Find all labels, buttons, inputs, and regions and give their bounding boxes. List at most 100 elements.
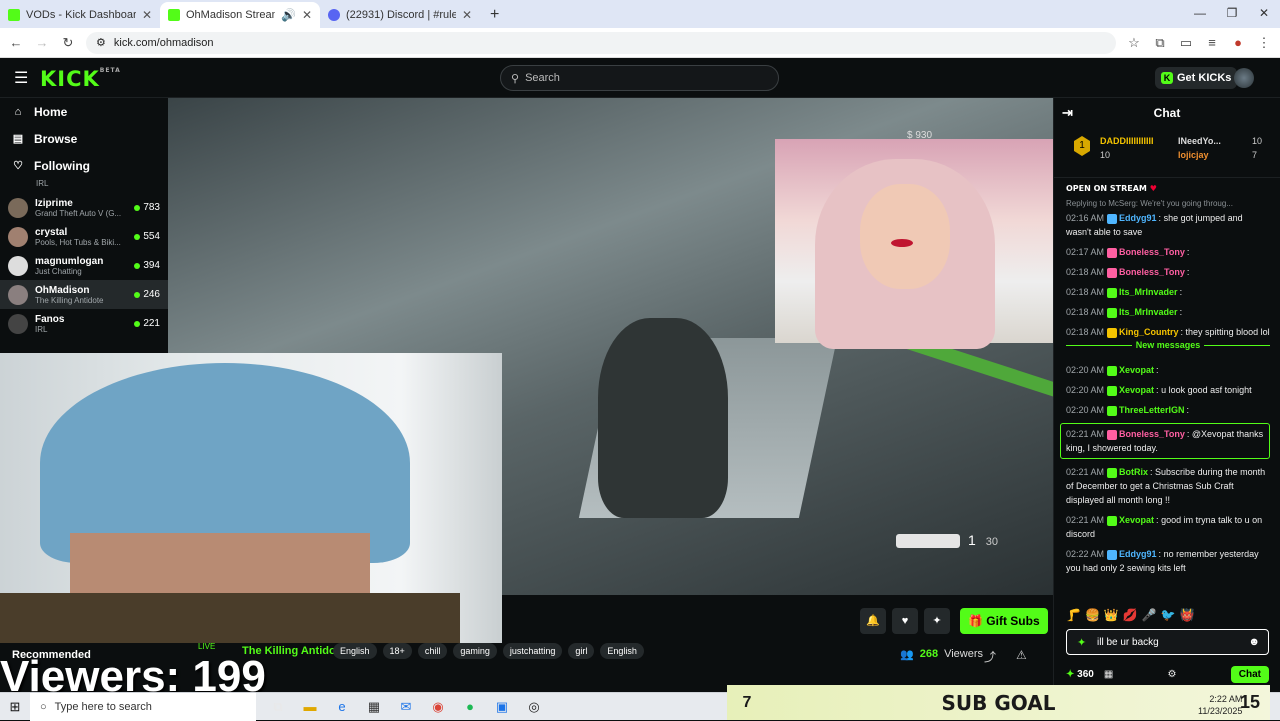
colon-separator: : [1179, 307, 1183, 317]
chat-messages: Replying to McSerg: We're't you going th… [1054, 193, 1280, 575]
taskbar-clock[interactable]: 2:22 AM 11/23/2025 [1198, 693, 1242, 717]
sidebar-item-home[interactable]: ⌂ Home [0, 98, 168, 125]
points-value: 360 [1077, 668, 1094, 680]
sidebar-item-following[interactable]: ♡ Following [0, 152, 168, 179]
chat-username[interactable]: BotRix [1119, 467, 1148, 477]
close-window-icon[interactable]: ✕ [1248, 0, 1280, 26]
stream-tag[interactable]: English [600, 643, 644, 659]
app-icon[interactable]: ▣ [492, 699, 512, 715]
channel-points[interactable]: ✦ 360 [1066, 669, 1094, 680]
chat-send-button[interactable]: Chat [1230, 665, 1269, 683]
mail-icon[interactable]: ✉ [396, 699, 416, 715]
new-tab-icon[interactable]: + [480, 2, 509, 28]
emote-icon[interactable]: 👑 [1104, 608, 1119, 622]
followed-channel-selected[interactable]: OhMadison The Killing Antidote 246 [0, 280, 168, 309]
emote-icon[interactable]: 🍔 [1085, 608, 1100, 622]
get-kicks-button[interactable]: K Get KICKs [1155, 67, 1238, 89]
stream-tag[interactable]: 18+ [382, 643, 412, 659]
chat-username[interactable]: Boneless_Tony [1119, 267, 1185, 277]
emote-icon[interactable]: 🦵 [1066, 608, 1081, 622]
media-icon[interactable]: ≡ [1204, 35, 1220, 50]
report-icon[interactable]: ⚠ [1016, 648, 1027, 662]
get-kicks-label: Get KICKs [1177, 72, 1232, 84]
speaker-icon[interactable]: 🔊 [281, 8, 296, 22]
file-explorer-icon[interactable]: ▬ [300, 699, 320, 715]
stream-tag[interactable]: chill [417, 643, 448, 659]
extensions-icon[interactable]: ⧉ [1152, 35, 1168, 51]
share-icon[interactable]: ⤴ [984, 648, 996, 665]
emote-icon[interactable]: 🐦 [1161, 608, 1176, 622]
task-view-icon[interactable]: ⧉ [268, 699, 288, 715]
stream-tag[interactable]: gaming [453, 643, 497, 659]
url-input[interactable]: ⚙ kick.com/ohmadison [86, 31, 1116, 54]
taskbar-search-input[interactable]: ○ Type here to search [30, 692, 256, 721]
chat-settings-icon[interactable]: ⚙ [1168, 669, 1177, 680]
browser-tab[interactable]: VODs - Kick Dashboard ✕ [0, 2, 160, 28]
video-scene-character [598, 318, 728, 518]
stream-tag[interactable]: English [333, 643, 377, 659]
profile-icon[interactable]: ● [1230, 35, 1246, 50]
chat-username[interactable]: Xevopat [1119, 385, 1154, 395]
spotify-icon[interactable]: ● [460, 699, 480, 715]
followed-channel[interactable]: magnumlogan Just Chatting 394 [0, 251, 168, 280]
chat-username[interactable]: Xevopat [1119, 365, 1154, 375]
chat-username[interactable]: ThreeLetterIGN [1119, 405, 1185, 415]
chat-username[interactable]: Its_MrInvader [1119, 287, 1178, 297]
hamburger-icon[interactable]: ☰ [14, 68, 28, 88]
notification-bell-icon[interactable]: 🔔 [860, 608, 886, 634]
collapse-chat-icon[interactable]: ⇥ [1062, 98, 1073, 128]
emote-icon[interactable]: 💋 [1123, 608, 1138, 622]
followed-channel[interactable]: Iziprime Grand Theft Auto V (G... 783 [0, 193, 168, 222]
forward-icon[interactable]: → [34, 35, 50, 50]
partial-channel-category: IRL [36, 179, 49, 188]
chrome-icon[interactable]: ◉ [428, 699, 448, 715]
search-input[interactable]: ⚲ Search [500, 65, 779, 91]
emote-icon[interactable]: 👹 [1180, 608, 1195, 622]
sparkle-icon[interactable]: ✦ [924, 608, 950, 634]
restore-icon[interactable]: ❐ [1216, 0, 1248, 26]
kick-favicon-icon [168, 9, 180, 21]
channel-category: Grand Theft Auto V (G... [35, 208, 122, 218]
stream-tag[interactable]: girl [568, 643, 595, 659]
back-icon[interactable]: ← [8, 35, 24, 50]
menu-icon[interactable]: ⋮ [1256, 35, 1272, 51]
chat-username[interactable]: Eddyg91 [1119, 213, 1157, 223]
store-icon[interactable]: ▦ [364, 699, 384, 715]
user-badge-icon [1107, 429, 1118, 440]
chat-username[interactable]: King_Country [1119, 327, 1179, 337]
chat-username[interactable]: Boneless_Tony [1119, 247, 1185, 257]
gift-icon[interactable]: ▦ [1104, 669, 1113, 680]
close-tab-icon[interactable]: ✕ [142, 8, 152, 22]
close-tab-icon[interactable]: ✕ [462, 8, 472, 22]
chat-username[interactable]: Boneless_Tony [1119, 429, 1185, 439]
edge-icon[interactable]: e [332, 699, 352, 715]
emoji-picker-icon[interactable]: ☻ [1248, 636, 1260, 648]
follow-heart-icon[interactable]: ♥ [892, 608, 918, 634]
obs-icon[interactable]: ◎ [524, 699, 544, 715]
followed-channel[interactable]: Fanos IRL 221 [0, 309, 168, 338]
kick-logo[interactable]: KICKBETA [40, 67, 121, 91]
webcam-jacket [0, 593, 460, 643]
browser-tab-active[interactable]: OhMadison Stream - Watch 🔊 ✕ [160, 2, 320, 28]
close-tab-icon[interactable]: ✕ [302, 8, 312, 22]
reload-icon[interactable]: ↻ [60, 35, 76, 51]
bookmark-star-icon[interactable]: ☆ [1126, 35, 1142, 51]
sidebar-item-browse[interactable]: ▤ Browse [0, 125, 168, 152]
sparkle-icon[interactable]: ✦ [1077, 636, 1086, 649]
cast-icon[interactable]: ▭ [1178, 35, 1194, 51]
stream-tag[interactable]: justchatting [502, 643, 563, 659]
windows-start-icon[interactable]: ⊞ [0, 699, 30, 715]
chat-input[interactable]: ✦ ill be ur backg ☻ [1066, 629, 1269, 655]
chat-username[interactable]: Its_MrInvader [1119, 307, 1178, 317]
chat-username[interactable]: Eddyg91 [1119, 549, 1157, 559]
site-info-icon[interactable]: ⚙ [96, 36, 106, 49]
channel-viewers: 554 [143, 231, 160, 242]
emote-icon[interactable]: 🎤 [1142, 608, 1157, 622]
minimize-icon[interactable]: — [1184, 0, 1216, 26]
gift-subs-button[interactable]: 🎁 Gift Subs [960, 608, 1048, 634]
nav-label: Browse [34, 131, 78, 146]
browser-tab[interactable]: (22931) Discord | #rules | Male ✕ [320, 2, 480, 28]
user-avatar[interactable] [1234, 68, 1254, 88]
followed-channel[interactable]: crystal Pools, Hot Tubs & Biki... 554 [0, 222, 168, 251]
chat-username[interactable]: Xevopat [1119, 515, 1154, 525]
